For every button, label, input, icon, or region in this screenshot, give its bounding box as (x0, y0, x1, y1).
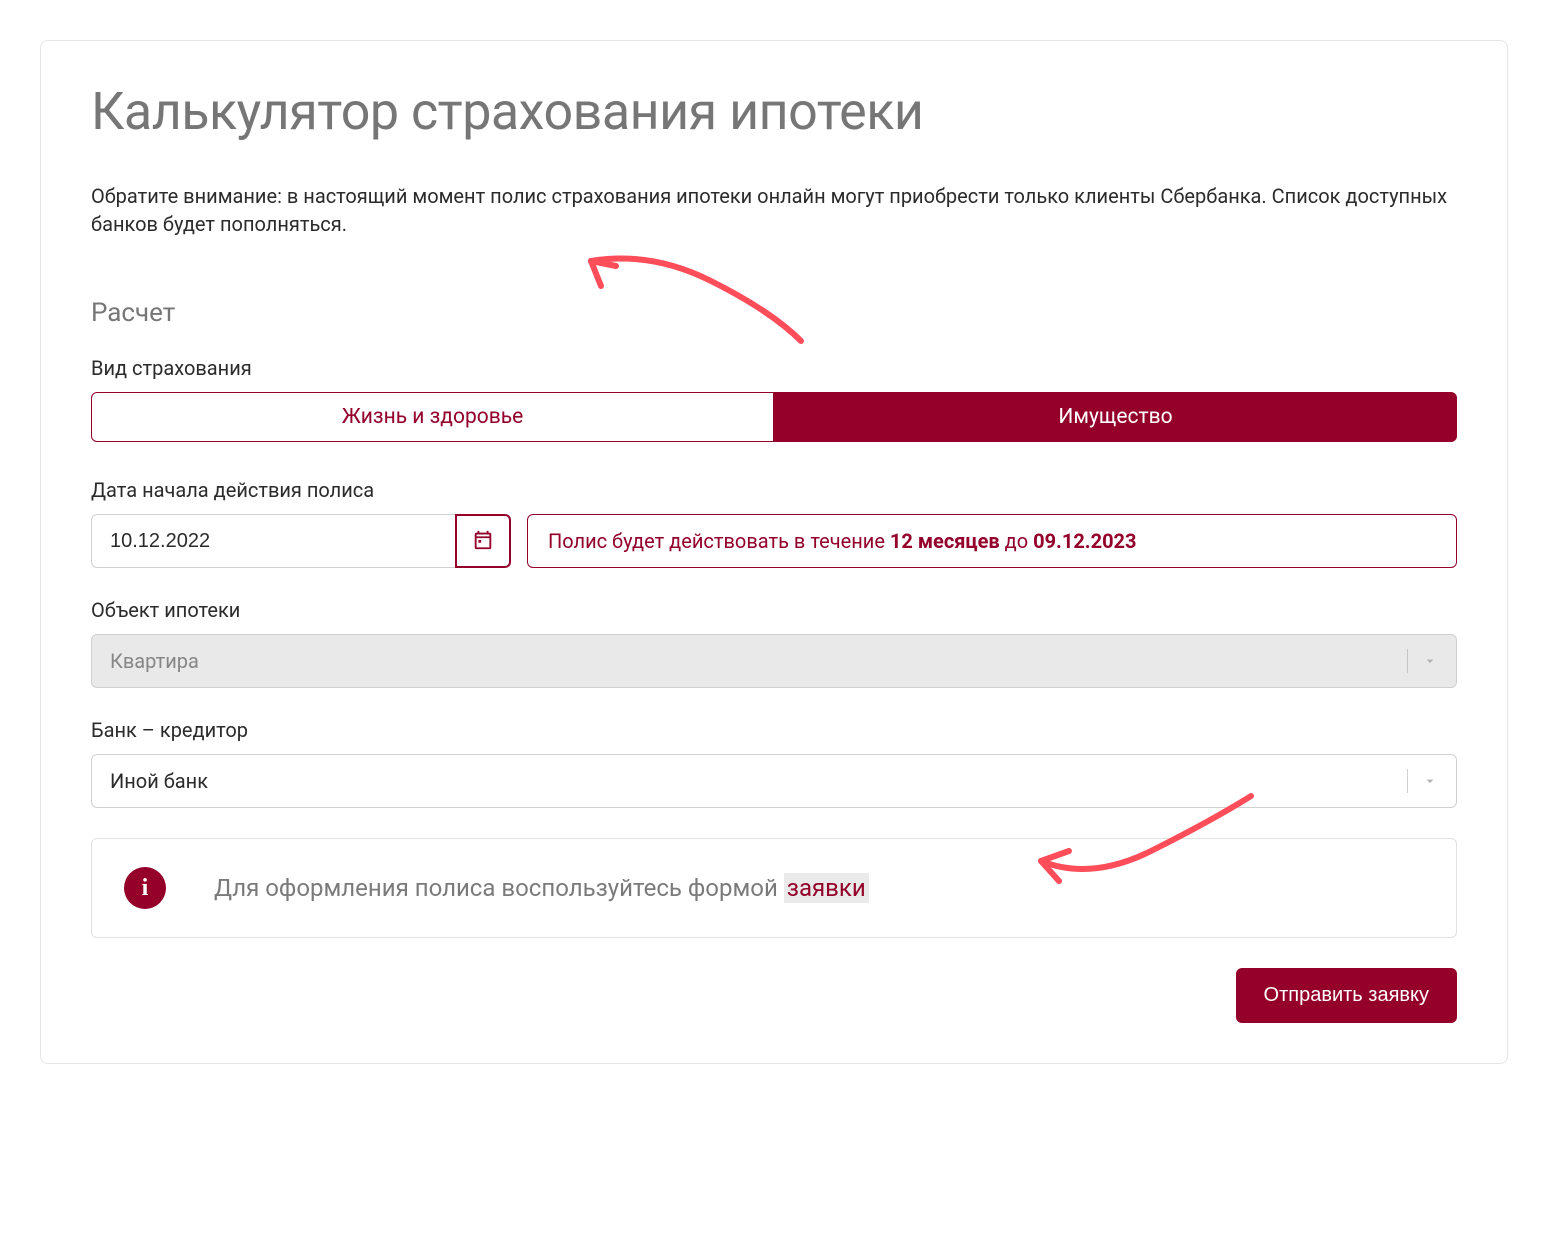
validity-end-date: 09.12.2023 (1033, 529, 1136, 553)
calendar-icon (472, 529, 494, 554)
validity-prefix: Полис будет действовать в течение (548, 529, 890, 553)
insurance-type-segmented: Жизнь и здоровье Имущество (91, 392, 1457, 442)
bank-value: Иной банк (110, 769, 208, 793)
bank-select[interactable]: Иной банк (91, 754, 1457, 808)
section-heading: Расчет (91, 298, 1457, 328)
info-banner: i Для оформления полиса воспользуйтесь ф… (91, 838, 1457, 938)
date-input-group (91, 514, 511, 568)
mortgage-object-value: Квартира (110, 649, 199, 673)
insurance-type-label: Вид страхования (91, 356, 1457, 380)
submit-button[interactable]: Отправить заявку (1236, 968, 1457, 1023)
info-icon: i (124, 867, 166, 909)
info-application-link[interactable]: заявки (784, 873, 869, 903)
segment-property[interactable]: Имущество (774, 392, 1457, 442)
policy-date-row: Полис будет действовать в течение 12 мес… (91, 514, 1457, 568)
policy-date-input[interactable] (91, 514, 455, 568)
mortgage-object-select: Квартира (91, 634, 1457, 688)
submit-row: Отправить заявку (91, 968, 1457, 1023)
page-title: Калькулятор страхования ипотеки (91, 81, 1457, 142)
chevron-down-icon (1407, 649, 1438, 673)
mortgage-object-label: Объект ипотеки (91, 598, 1457, 622)
validity-duration: 12 месяцев (890, 529, 1000, 553)
info-banner-text: Для оформления полиса воспользуйтесь фор… (214, 874, 869, 902)
validity-middle: до (1000, 529, 1033, 553)
segment-life-health[interactable]: Жизнь и здоровье (91, 392, 774, 442)
info-text-prefix: Для оформления полиса воспользуйтесь фор… (214, 874, 784, 902)
date-picker-button[interactable] (455, 514, 511, 568)
notice-text: Обратите внимание: в настоящий момент по… (91, 182, 1457, 238)
chevron-down-icon (1407, 769, 1438, 793)
policy-validity-box: Полис будет действовать в течение 12 мес… (527, 514, 1457, 568)
policy-date-label: Дата начала действия полиса (91, 478, 1457, 502)
calculator-card: Калькулятор страхования ипотеки Обратите… (40, 40, 1508, 1064)
bank-label: Банк – кредитор (91, 718, 1457, 742)
